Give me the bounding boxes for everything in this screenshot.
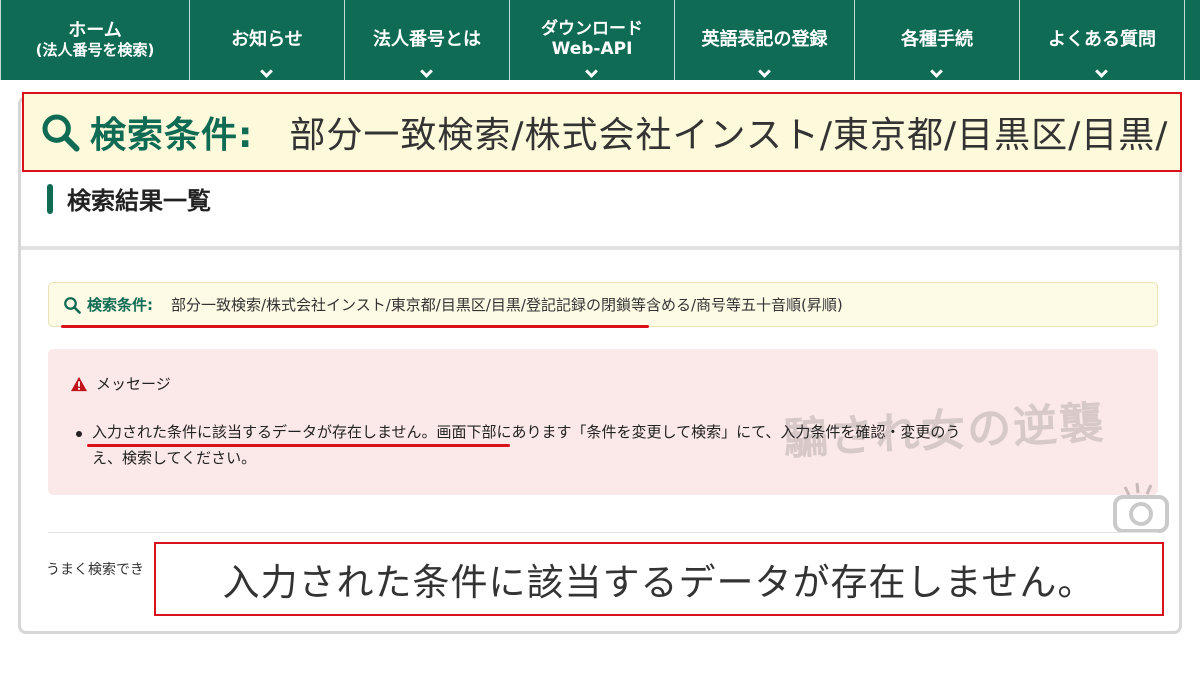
nav-download-label: ダウンロード [541, 19, 643, 40]
divider [21, 246, 1179, 250]
chevron-down-icon [260, 65, 273, 78]
nav-home-label: ホーム [68, 20, 122, 42]
search-icon [64, 296, 81, 314]
search-condition-value: 部分一致検索/株式会社インスト/東京都/目黒区/目黒/登記記録の閉鎖等含める/商… [171, 296, 843, 314]
nav-procedures-label: 各種手続 [901, 28, 973, 50]
chevron-down-icon [585, 65, 598, 78]
divider [48, 532, 1158, 533]
global-nav: ホーム (法人番号を検索) お知らせ 法人番号とは ダウンロード Web-API… [0, 0, 1200, 80]
results-heading: 検索結果一覧 [47, 181, 211, 216]
nav-about-label: 法人番号とは [373, 28, 481, 50]
nav-about[interactable]: 法人番号とは [345, 0, 510, 80]
zoom-condition-label: 検索条件: [90, 115, 254, 156]
list-bullet [76, 431, 82, 437]
highlight-underline [87, 444, 510, 447]
chevron-down-icon [757, 65, 771, 78]
message-title-text: メッセージ [96, 375, 171, 393]
results-heading-text: 検索結果一覧 [67, 187, 211, 215]
zoom-message-text: 入力された条件に該当するデータが存在しません。 [222, 561, 1096, 604]
message-title: メッセージ [70, 373, 171, 394]
nav-news-label: お知らせ [231, 28, 303, 50]
nav-faq-label: よくある質問 [1048, 28, 1156, 50]
search-condition-label: 検索条件: [87, 296, 153, 314]
nav-procedures[interactable]: 各種手続 [855, 0, 1020, 80]
heading-accent-bar [47, 183, 53, 214]
nav-english-registration[interactable]: 英語表記の登録 [675, 0, 855, 80]
zoom-condition-value: 部分一致検索/株式会社インスト/東京都/目黒区/目黒/ [289, 115, 1169, 156]
zoom-callout-condition: 検索条件: 部分一致検索/株式会社インスト/東京都/目黒区/目黒/ [22, 92, 1182, 172]
nav-download[interactable]: ダウンロード Web-API [510, 0, 675, 80]
chevron-down-icon [1095, 65, 1108, 78]
nav-home[interactable]: ホーム (法人番号を検索) [0, 0, 190, 80]
nav-news[interactable]: お知らせ [190, 0, 345, 80]
search-condition-box: 検索条件: 部分一致検索/株式会社インスト/東京都/目黒区/目黒/登記記録の閉鎖… [48, 282, 1158, 327]
highlight-underline [61, 325, 649, 328]
chevron-down-icon [930, 65, 943, 78]
nav-home-sublabel: (法人番号を検索) [35, 40, 155, 59]
message-line-2: え、検索してください。 [92, 449, 257, 467]
zoom-callout-message: 入力された条件に該当するデータが存在しません。 [154, 542, 1164, 616]
chevron-down-icon [420, 65, 433, 78]
nav-faq[interactable]: よくある質問 [1020, 0, 1185, 80]
nav-english-label: 英語表記の登録 [701, 28, 828, 50]
nav-download-sublabel: Web-API [551, 39, 633, 59]
search-icon [42, 114, 80, 152]
search-help-text: うまく検索でき [46, 562, 144, 578]
warning-icon [71, 376, 87, 391]
